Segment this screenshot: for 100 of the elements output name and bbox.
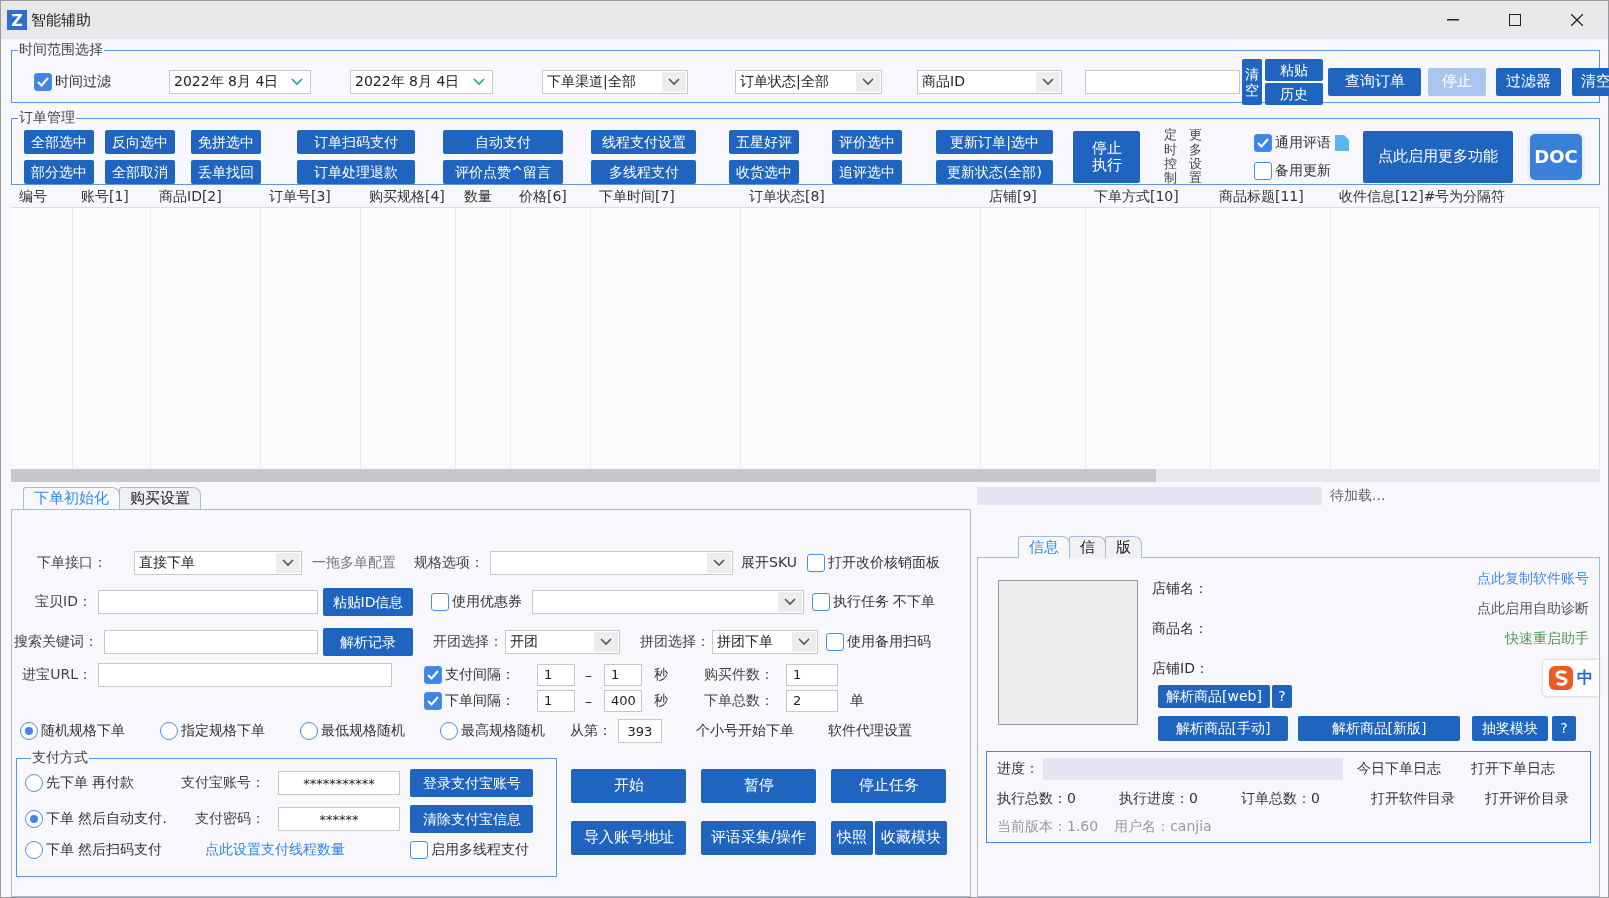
- multi-order-config-label[interactable]: 一拖多单配置: [312, 554, 396, 572]
- help-button[interactable]: ?: [1552, 716, 1576, 741]
- timer-control-label[interactable]: 定时控制: [1164, 128, 1177, 186]
- number-field[interactable]: 1: [786, 663, 838, 686]
- number-field[interactable]: 2: [786, 689, 838, 712]
- order-action-button[interactable]: 更新状态(全部): [936, 160, 1053, 184]
- group-join-dropdown[interactable]: 拼团下单: [712, 630, 818, 654]
- tab[interactable]: 信息: [1018, 536, 1070, 558]
- order-action-button[interactable]: 线程支付设置: [591, 130, 696, 154]
- coupon-dropdown[interactable]: [532, 590, 804, 614]
- number-field[interactable]: 1: [537, 663, 575, 686]
- review-dir-link[interactable]: 打开评价目录: [1485, 790, 1569, 808]
- order-action-button[interactable]: 部分选中: [24, 160, 94, 184]
- agent-settings-link[interactable]: 软件代理设置: [828, 722, 912, 740]
- parse-new-button[interactable]: 解析商品[新版]: [1298, 716, 1460, 741]
- enable-more-button[interactable]: 点此启用更多功能: [1363, 131, 1513, 183]
- order-action-button[interactable]: 全部选中: [24, 130, 94, 154]
- interval-checkbox[interactable]: 下单间隔：: [424, 691, 515, 710]
- spec-mode-radio[interactable]: 最高规格随机: [440, 722, 570, 740]
- parse-web-button[interactable]: 解析商品[web]: [1158, 685, 1270, 708]
- paste-id-button[interactable]: 粘贴ID信息: [323, 588, 413, 616]
- search-field[interactable]: [1085, 70, 1240, 94]
- spec-mode-radio[interactable]: 随机规格下单: [20, 722, 160, 740]
- tab[interactable]: 版: [1105, 536, 1142, 558]
- order-action-button[interactable]: 评价点赞^留言: [443, 160, 563, 184]
- thread-count-link[interactable]: 点此设置支付线程数量: [205, 841, 345, 857]
- task-button[interactable]: 评语采集/操作: [701, 821, 816, 855]
- lottery-button[interactable]: 抽奖模块: [1472, 716, 1548, 741]
- order-action-button[interactable]: 自动支付: [443, 130, 563, 154]
- number-field[interactable]: 1: [537, 689, 575, 712]
- payment-mode-radio[interactable]: 下单 然后自动支付.: [25, 810, 175, 828]
- channel-dropdown[interactable]: 下单渠道|全部: [542, 70, 688, 94]
- link[interactable]: 快速重启助手: [1505, 630, 1589, 648]
- clear-alipay-button[interactable]: 清除支付宝信息: [410, 805, 533, 833]
- help-button[interactable]: ?: [1272, 685, 1292, 708]
- number-field[interactable]: 393: [618, 719, 662, 743]
- horizontal-scrollbar[interactable]: [11, 469, 1600, 482]
- task-button[interactable]: 停止任务: [831, 769, 946, 803]
- toolbar-button[interactable]: 过滤器: [1496, 68, 1561, 96]
- interval-checkbox[interactable]: 支付间隔：: [424, 665, 515, 684]
- toolbar-button[interactable]: 查询订单: [1328, 68, 1421, 96]
- keyword-field[interactable]: [104, 630, 318, 654]
- spec-mode-radio[interactable]: 最低规格随机: [300, 722, 440, 740]
- order-action-button[interactable]: 丢单找回: [191, 160, 261, 184]
- order-action-button[interactable]: 多线程支付: [591, 160, 696, 184]
- expand-sku-label[interactable]: 展开SKU: [741, 554, 797, 572]
- order-action-button[interactable]: 订单扫码支付: [297, 130, 415, 154]
- number-field[interactable]: 1: [604, 663, 642, 686]
- option-checkbox[interactable]: 通用评语: [1254, 134, 1331, 152]
- field-dropdown[interactable]: 商品ID: [917, 70, 1062, 94]
- order-action-button[interactable]: 全部取消: [105, 160, 175, 184]
- spec-dropdown[interactable]: [490, 551, 733, 575]
- url-field[interactable]: [98, 663, 392, 687]
- tab[interactable]: 购买设置: [119, 487, 201, 509]
- order-action-button[interactable]: 免拼选中: [191, 130, 261, 154]
- no-order-checkbox[interactable]: 执行任务 不下单: [812, 593, 936, 611]
- coupon-checkbox[interactable]: 使用优惠券: [431, 593, 522, 611]
- doc-file-button[interactable]: DOC: [1527, 131, 1585, 183]
- order-action-button[interactable]: 评价选中: [832, 130, 902, 154]
- paste-button[interactable]: 粘贴: [1265, 59, 1323, 81]
- tab[interactable]: 下单初始化: [23, 487, 120, 509]
- order-action-button[interactable]: 五星好评: [729, 130, 799, 154]
- task-button[interactable]: 暂停: [701, 769, 816, 803]
- history-button[interactable]: 历史: [1265, 83, 1323, 105]
- payment-mode-radio[interactable]: 下单 然后扫码支付: [25, 841, 175, 859]
- number-field[interactable]: 400: [604, 689, 642, 712]
- login-alipay-button[interactable]: 登录支付宝账号: [410, 769, 533, 797]
- parse-record-button[interactable]: 解析记录: [323, 628, 413, 656]
- multi-thread-checkbox[interactable]: 启用多线程支付: [410, 841, 540, 859]
- order-action-button[interactable]: 订单处理退款: [297, 160, 415, 184]
- task-button[interactable]: 导入账号地址: [571, 821, 686, 855]
- end-date-picker[interactable]: 2022年 8月 4日: [350, 70, 493, 94]
- order-action-button[interactable]: 收货选中: [729, 160, 799, 184]
- task-button[interactable]: 快照: [831, 821, 873, 855]
- link[interactable]: 点此启用自助诊断: [1477, 600, 1589, 618]
- payment-mode-radio[interactable]: 先下单 再付款: [25, 774, 175, 792]
- price-panel-checkbox[interactable]: 打开改价核销面板: [806, 554, 940, 572]
- password-field[interactable]: ******: [278, 807, 400, 831]
- account-field[interactable]: ***********: [278, 771, 400, 795]
- more-settings-label[interactable]: 更多设置: [1189, 128, 1202, 186]
- stop-execute-button[interactable]: 停止执行: [1073, 131, 1140, 183]
- order-action-button[interactable]: 反向选中: [105, 130, 175, 154]
- software-dir-link[interactable]: 打开软件目录: [1371, 790, 1455, 808]
- task-button[interactable]: 收藏模块: [875, 821, 947, 855]
- task-button[interactable]: 开始: [571, 769, 686, 803]
- start-date-picker[interactable]: 2022年 8月 4日: [169, 70, 311, 94]
- time-filter-checkbox[interactable]: 时间过滤: [34, 73, 111, 91]
- parse-manual-button[interactable]: 解析商品[手动]: [1158, 716, 1288, 741]
- interface-dropdown[interactable]: 直接下单: [134, 551, 302, 575]
- open-log-link[interactable]: 打开下单日志: [1471, 760, 1555, 778]
- clear-button[interactable]: 清空: [1242, 59, 1262, 105]
- link[interactable]: 点此复制软件账号: [1477, 570, 1589, 588]
- backup-scan-checkbox[interactable]: 使用备用扫码: [826, 633, 931, 651]
- order-action-button[interactable]: 更新订单|选中: [936, 130, 1053, 154]
- group-open-dropdown[interactable]: 开团: [505, 630, 620, 654]
- ime-toolbar[interactable]: 中: [1543, 660, 1599, 696]
- spec-mode-radio[interactable]: 指定规格下单: [160, 722, 300, 740]
- item-id-field[interactable]: [98, 590, 318, 614]
- order-action-button[interactable]: 追评选中: [832, 160, 902, 184]
- today-log-link[interactable]: 今日下单日志: [1357, 760, 1441, 778]
